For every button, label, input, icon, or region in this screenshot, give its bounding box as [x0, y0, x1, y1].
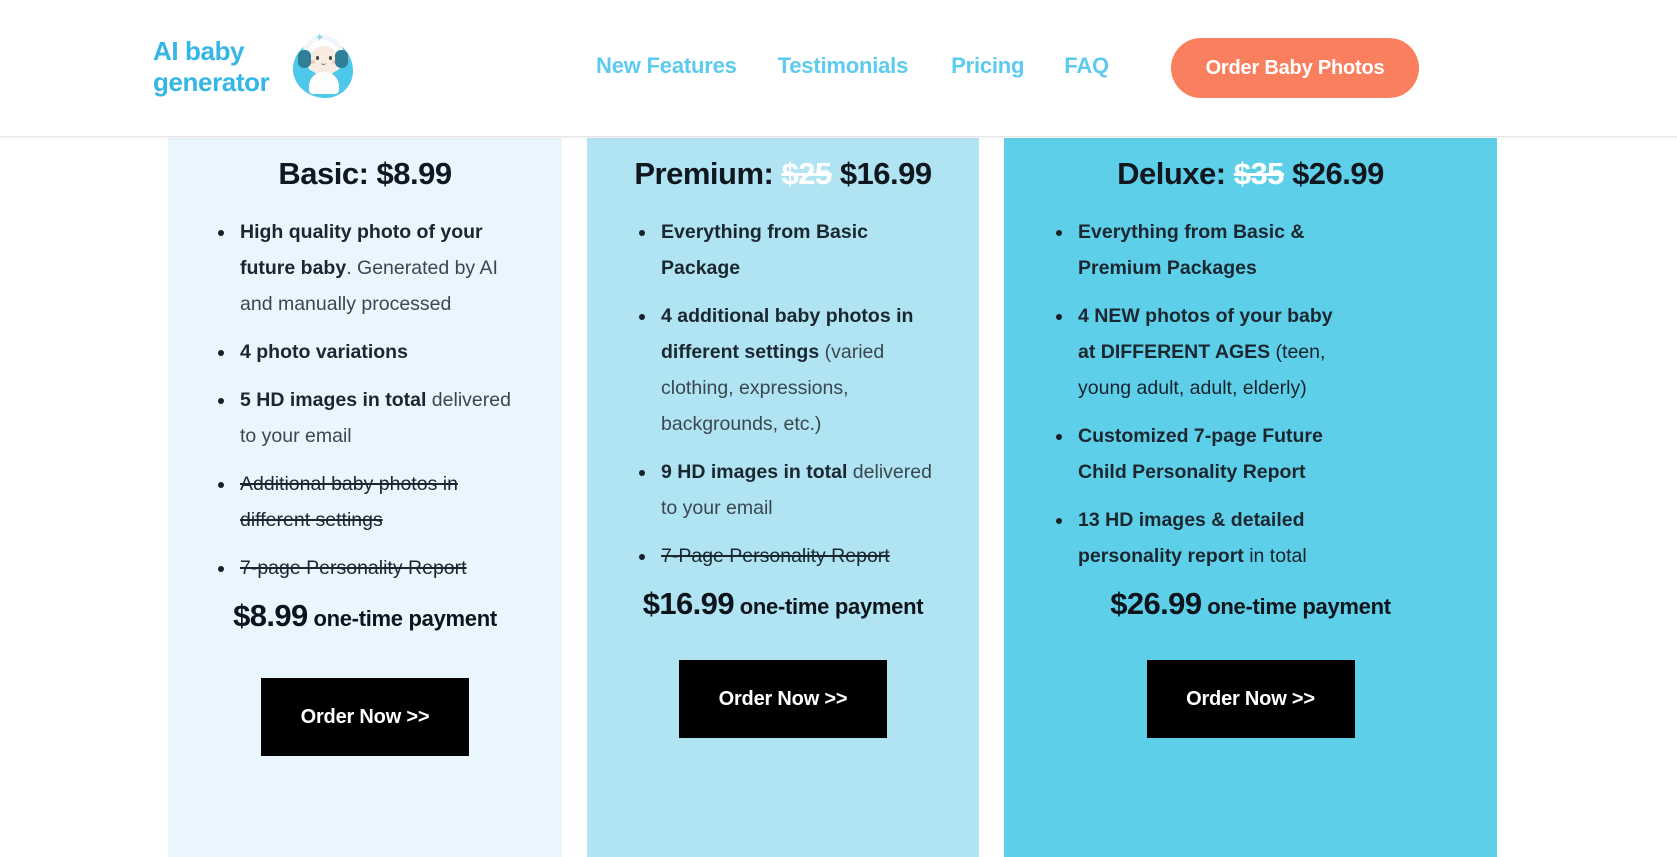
logo[interactable]: AI baby generator ✦ — [153, 32, 359, 102]
plan-name-basic: Basic: — [278, 156, 377, 191]
list-item: 4 photo variations — [212, 334, 530, 370]
feature-bold: 4 photo variations — [240, 341, 408, 363]
plan-name-deluxe: Deluxe: — [1117, 156, 1234, 191]
payment-label: one-time payment — [733, 594, 924, 619]
pricing-column-premium: Premium: $25 $16.99 Everything from Basi… — [587, 138, 979, 857]
plan-title-deluxe: Deluxe: $35 $26.99 — [1004, 156, 1497, 192]
plan-price-deluxe: $26.99 — [1292, 156, 1384, 191]
list-item: 13 HD images & detailed personality repo… — [1050, 502, 1350, 574]
list-item: 5 HD images in total delivered to your e… — [212, 382, 530, 454]
payment-line-deluxe: $26.99 one-time payment — [1004, 586, 1497, 622]
plan-old-price-premium: $25 — [781, 156, 832, 191]
order-now-button-premium[interactable]: Order Now >> — [679, 660, 887, 738]
pricing-column-basic: Basic: $8.99 High quality photo of your … — [168, 138, 562, 857]
payment-amount: $16.99 — [642, 586, 735, 621]
feature-list-premium: Everything from Basic Package 4 addition… — [633, 214, 933, 574]
plan-price-premium: $16.99 — [839, 156, 932, 191]
site-header: AI baby generator ✦ New Features Testimo… — [0, 0, 1677, 137]
logo-body — [309, 72, 339, 94]
feature-list-basic: High quality photo of your future baby. … — [212, 214, 530, 586]
headphone-cup-left-icon — [298, 50, 311, 68]
logo-text: AI baby generator — [153, 36, 285, 97]
sparkle-icon: ✦ — [315, 32, 325, 44]
plan-title-premium: Premium: $25 $16.99 — [587, 156, 979, 192]
payment-label: one-time payment — [1201, 594, 1391, 619]
feature-bold: Everything from Basic Package — [661, 221, 868, 279]
feature-bold: Customized 7-page Future Child Personali… — [1078, 425, 1323, 483]
list-item: Customized 7-page Future Child Personali… — [1050, 418, 1350, 490]
baby-with-headphones-icon: ✦ — [289, 32, 359, 102]
pricing-section: Basic: $8.99 High quality photo of your … — [0, 138, 1677, 857]
feature-rest: 7-Page Personality Report — [661, 545, 890, 567]
payment-amount: $26.99 — [1110, 586, 1202, 621]
list-item: Everything from Basic Package — [633, 214, 933, 286]
payment-line-premium: $16.99 one-time payment — [587, 586, 979, 622]
order-baby-photos-button[interactable]: Order Baby Photos — [1171, 38, 1419, 98]
nav-link-pricing[interactable]: Pricing — [951, 53, 1024, 79]
plan-price-basic: $8.99 — [376, 156, 453, 191]
nav-link-testimonials[interactable]: Testimonials — [778, 53, 909, 79]
main-navigation: New Features Testimonials Pricing FAQ — [596, 53, 1109, 79]
pricing-column-deluxe: Deluxe: $35 $26.99 Everything from Basic… — [1004, 138, 1497, 857]
list-item: High quality photo of your future baby. … — [212, 214, 530, 322]
nav-link-faq[interactable]: FAQ — [1064, 53, 1109, 79]
order-now-button-basic[interactable]: Order Now >> — [261, 678, 469, 756]
feature-bold: 9 HD images in total — [661, 461, 848, 483]
list-item-unavailable: 7-page Personality Report — [212, 550, 530, 586]
feature-list-deluxe: Everything from Basic & Premium Packages… — [1050, 214, 1350, 574]
list-item-unavailable: Additional baby photos in different sett… — [212, 466, 530, 538]
list-item: 4 additional baby photos in different se… — [633, 298, 933, 442]
payment-amount: $8.99 — [233, 598, 308, 633]
payment-line-basic: $8.99 one-time payment — [168, 598, 562, 634]
logo-line1: AI baby — [153, 36, 245, 67]
logo-line2: generator — [153, 67, 270, 97]
plan-name-premium: Premium: — [634, 156, 782, 191]
feature-rest: 7-page Personality Report — [240, 557, 467, 579]
list-item: 9 HD images in total delivered to your e… — [633, 454, 933, 526]
plan-title-basic: Basic: $8.99 — [168, 156, 562, 192]
list-item: 4 NEW photos of your baby at DIFFERENT A… — [1050, 298, 1350, 406]
feature-bold: Everything from Basic & Premium Packages — [1078, 221, 1305, 279]
headphone-cup-right-icon — [335, 50, 348, 68]
nav-link-new-features[interactable]: New Features — [596, 53, 737, 79]
list-item-unavailable: 7-Page Personality Report — [633, 538, 933, 574]
feature-rest: Additional baby photos in different sett… — [240, 473, 458, 531]
payment-label: one-time payment — [307, 606, 497, 631]
feature-bold: 5 HD images in total — [240, 389, 427, 411]
order-now-button-deluxe[interactable]: Order Now >> — [1146, 660, 1355, 738]
feature-rest: in total — [1243, 545, 1307, 567]
list-item: Everything from Basic & Premium Packages — [1050, 214, 1350, 286]
plan-old-price-deluxe: $35 — [1233, 156, 1285, 191]
